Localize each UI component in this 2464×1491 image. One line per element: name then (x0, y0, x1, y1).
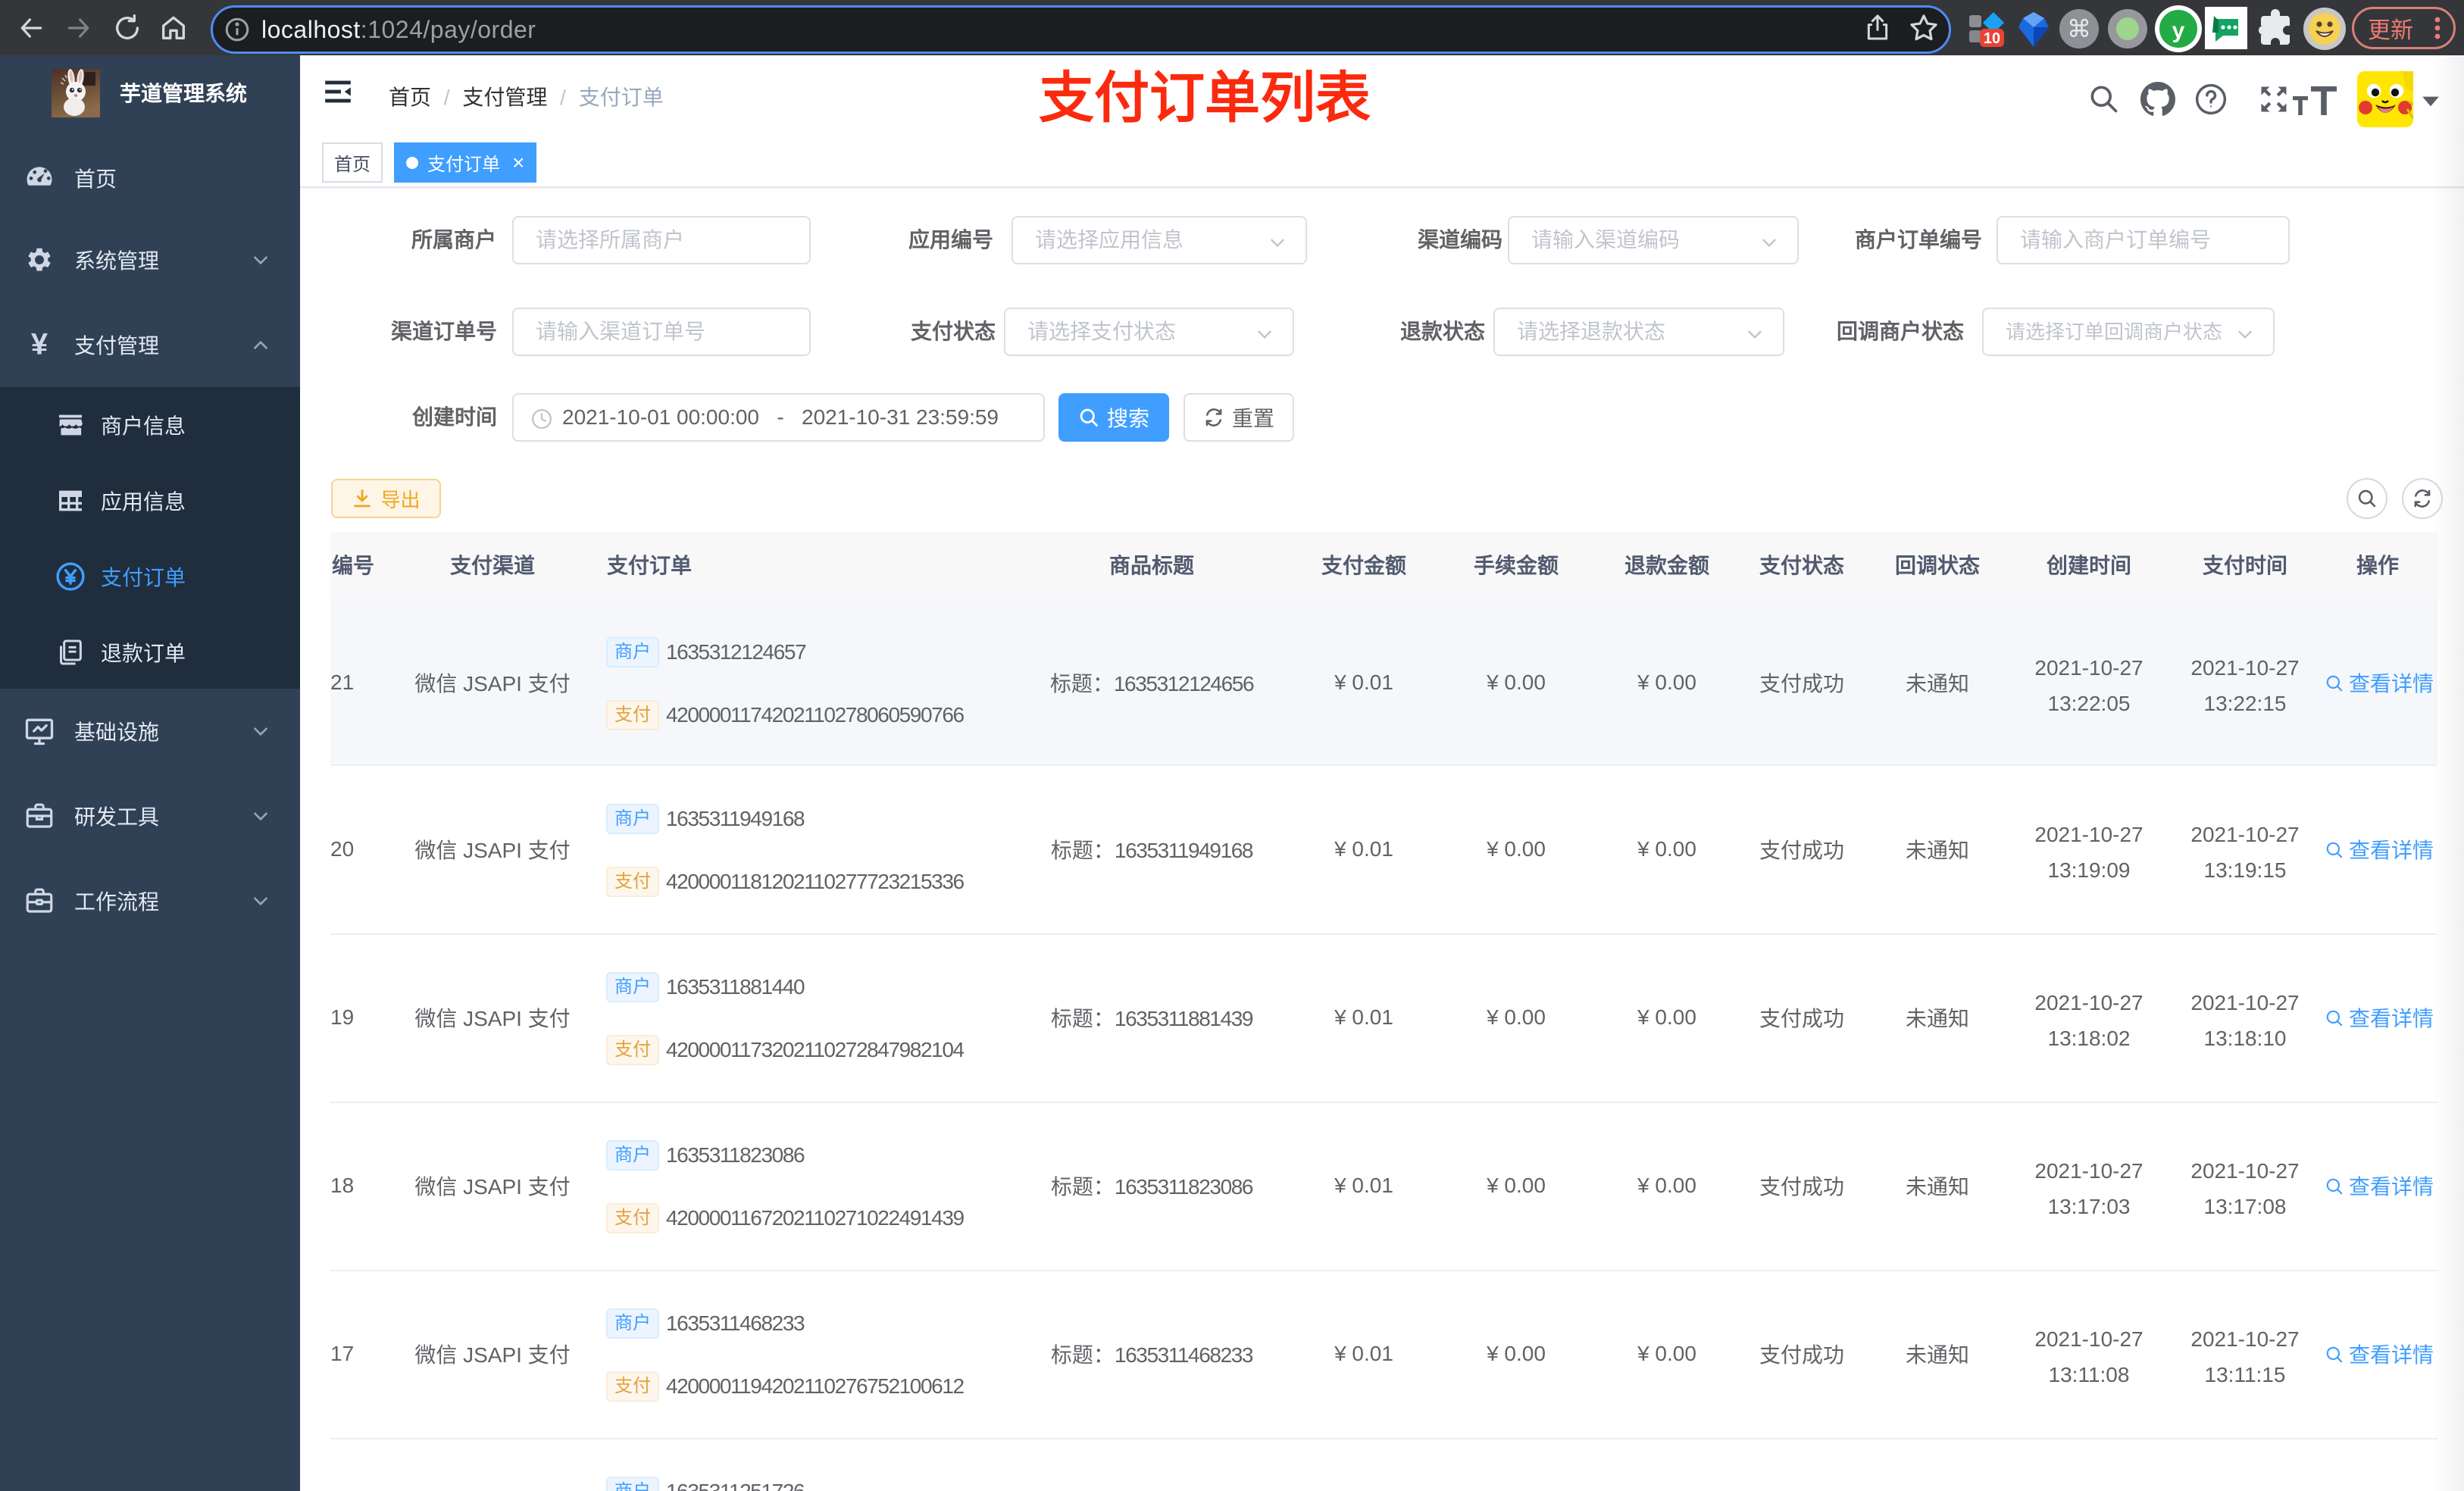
svg-text:y: y (2172, 18, 2185, 43)
svg-text:⌘: ⌘ (2067, 15, 2091, 42)
svg-text:10: 10 (1984, 30, 2000, 47)
